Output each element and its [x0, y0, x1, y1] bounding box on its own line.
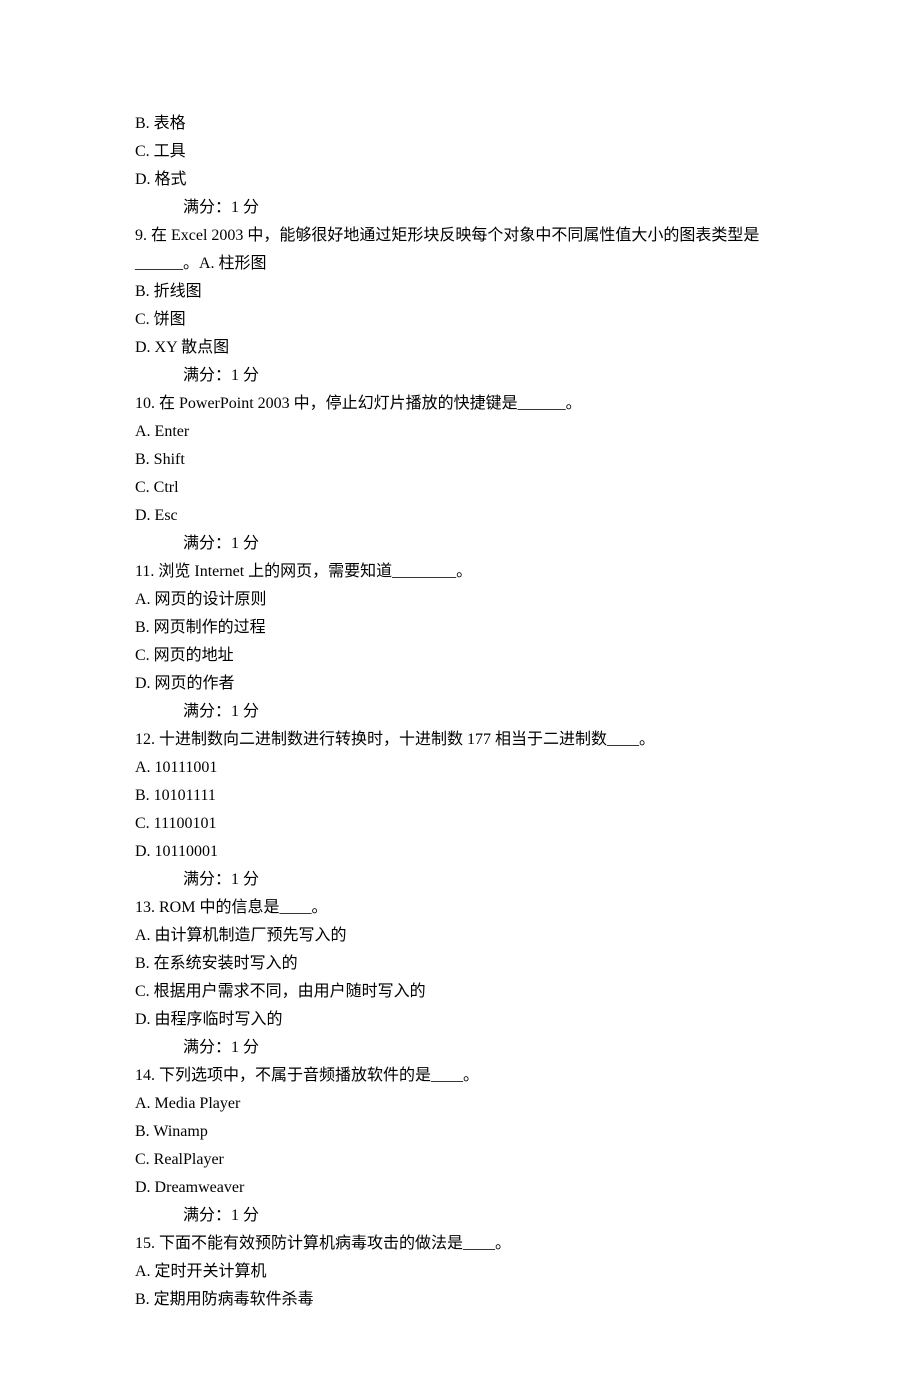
option-line: C. 工具 — [135, 138, 785, 166]
question-stem: 10. 在 PowerPoint 2003 中，停止幻灯片播放的快捷键是____… — [135, 390, 785, 418]
option-line: B. 10101111 — [135, 782, 785, 810]
option-line: B. Shift — [135, 446, 785, 474]
question-stem: 9. 在 Excel 2003 中，能够很好地通过矩形块反映每个对象中不同属性值… — [135, 222, 785, 278]
option-line: B. 定期用防病毒软件杀毒 — [135, 1286, 785, 1314]
score-line: 满分：1 分 — [135, 1034, 785, 1062]
option-line: A. Media Player — [135, 1090, 785, 1118]
score-line: 满分：1 分 — [135, 866, 785, 894]
option-line: D. XY 散点图 — [135, 334, 785, 362]
option-line: B. Winamp — [135, 1118, 785, 1146]
option-line: B. 网页制作的过程 — [135, 614, 785, 642]
option-line: C. 网页的地址 — [135, 642, 785, 670]
score-line: 满分：1 分 — [135, 362, 785, 390]
option-line: C. Ctrl — [135, 474, 785, 502]
option-line: D. 网页的作者 — [135, 670, 785, 698]
option-line: C. 根据用户需求不同，由用户随时写入的 — [135, 978, 785, 1006]
option-line: A. 由计算机制造厂预先写入的 — [135, 922, 785, 950]
option-line: A. Enter — [135, 418, 785, 446]
option-line: D. 格式 — [135, 166, 785, 194]
question-stem: 13. ROM 中的信息是____。 — [135, 894, 785, 922]
option-line: C. 饼图 — [135, 306, 785, 334]
option-line: A. 10111001 — [135, 754, 785, 782]
option-line: B. 在系统安装时写入的 — [135, 950, 785, 978]
option-line: B. 折线图 — [135, 278, 785, 306]
option-line: A. 网页的设计原则 — [135, 586, 785, 614]
score-line: 满分：1 分 — [135, 1202, 785, 1230]
score-line: 满分：1 分 — [135, 698, 785, 726]
option-line: D. Esc — [135, 502, 785, 530]
option-line: D. 由程序临时写入的 — [135, 1006, 785, 1034]
score-line: 满分：1 分 — [135, 194, 785, 222]
question-stem: 11. 浏览 Internet 上的网页，需要知道________。 — [135, 558, 785, 586]
question-stem: 12. 十进制数向二进制数进行转换时，十进制数 177 相当于二进制数____。 — [135, 726, 785, 754]
option-line: D. Dreamweaver — [135, 1174, 785, 1202]
question-stem: 14. 下列选项中，不属于音频播放软件的是____。 — [135, 1062, 785, 1090]
option-line: C. RealPlayer — [135, 1146, 785, 1174]
score-line: 满分：1 分 — [135, 530, 785, 558]
option-line: B. 表格 — [135, 110, 785, 138]
option-line: C. 11100101 — [135, 810, 785, 838]
question-stem: 15. 下面不能有效预防计算机病毒攻击的做法是____。 — [135, 1230, 785, 1258]
option-line: D. 10110001 — [135, 838, 785, 866]
option-line: A. 定时开关计算机 — [135, 1258, 785, 1286]
